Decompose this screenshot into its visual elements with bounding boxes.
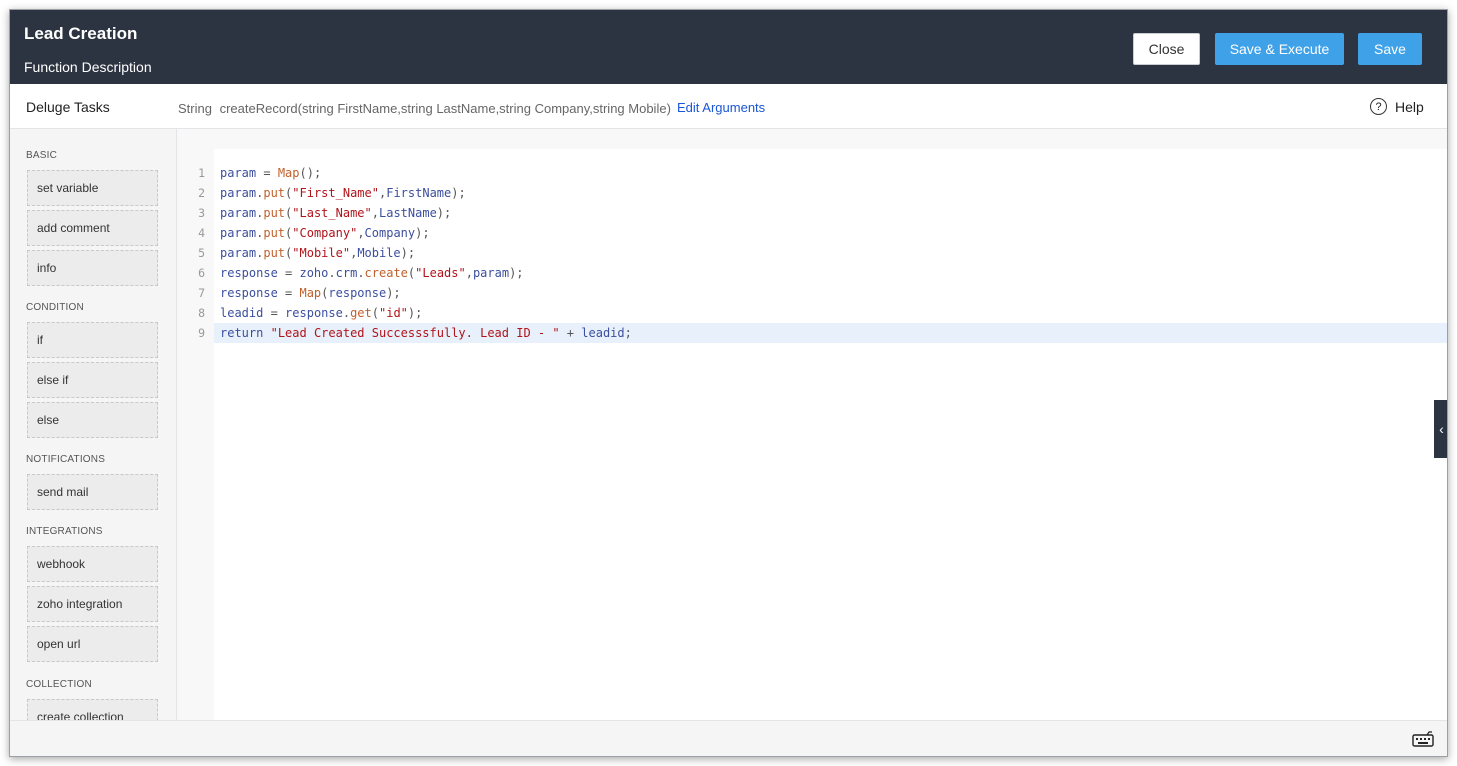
function-signature: String createRecord(string FirstName,str…: [178, 101, 671, 116]
line-number: 9: [198, 326, 205, 340]
code-line-text[interactable]: return "Lead Created Successsfully. Lead…: [214, 323, 1447, 343]
line-number: 3: [198, 206, 205, 220]
help-link[interactable]: ? Help: [1370, 98, 1424, 115]
code-line-text[interactable]: response = zoho.crm.create("Leads",param…: [214, 263, 1447, 283]
group-title-notifications: NOTIFICATIONS: [26, 454, 106, 465]
chevron-left-icon: ‹: [1439, 421, 1444, 437]
edit-arguments-link[interactable]: Edit Arguments: [677, 100, 765, 115]
editor-footer: [10, 720, 1447, 756]
save-and-execute-button[interactable]: Save & Execute: [1215, 33, 1344, 65]
group-title-collection: COLLECTION: [26, 679, 92, 690]
close-button[interactable]: Close: [1133, 33, 1200, 65]
code-line[interactable]: 4 param.put("Company",Company);: [177, 223, 1447, 243]
line-number: 8: [198, 306, 205, 320]
help-label: Help: [1395, 98, 1424, 115]
task-send-mail[interactable]: send mail: [27, 474, 158, 510]
code-line[interactable]: 2 param.put("First_Name",FirstName);: [177, 183, 1447, 203]
task-open-url[interactable]: open url: [27, 626, 158, 662]
line-number: 2: [198, 186, 205, 200]
task-webhook[interactable]: webhook: [27, 546, 158, 582]
group-title-integrations: INTEGRATIONS: [26, 526, 103, 537]
code-line-text[interactable]: param.put("Mobile",Mobile);: [214, 243, 1447, 263]
task-else-if[interactable]: else if: [27, 362, 158, 398]
signature-text: createRecord(string FirstName,string Las…: [219, 101, 671, 116]
line-number: 5: [198, 246, 205, 260]
task-zoho-integration[interactable]: zoho integration: [27, 586, 158, 622]
code-editor[interactable]: 1 param = Map(); 2 param.put("First_Name",F…: [177, 129, 1447, 720]
task-create-collection[interactable]: create collection: [27, 699, 158, 720]
group-title-condition: CONDITION: [26, 302, 84, 313]
return-type: String: [178, 101, 212, 116]
task-add-comment[interactable]: add comment: [27, 210, 158, 246]
question-circle-icon: ?: [1370, 98, 1387, 115]
group-title-basic: BASIC: [26, 150, 58, 161]
code-line[interactable]: 8 leadid = response.get("id");: [177, 303, 1447, 323]
code-line-text[interactable]: param.put("Last_Name",LastName);: [214, 203, 1447, 223]
code-line-text[interactable]: response = Map(response);: [214, 283, 1447, 303]
function-title: Lead Creation: [24, 24, 138, 43]
line-number: 7: [198, 286, 205, 300]
code-line[interactable]: 7 response = Map(response);: [177, 283, 1447, 303]
keyboard-icon[interactable]: [1412, 731, 1434, 747]
code-line-text[interactable]: param.put("First_Name",FirstName);: [214, 183, 1447, 203]
code-line[interactable]: 5 param.put("Mobile",Mobile);: [177, 243, 1447, 263]
deluge-tasks-heading: Deluge Tasks: [26, 99, 110, 115]
collapse-panel-tab[interactable]: ‹: [1434, 400, 1447, 458]
line-number: 1: [198, 166, 205, 180]
task-else[interactable]: else: [27, 402, 158, 438]
code-line[interactable]: 1 param = Map();: [177, 163, 1447, 183]
task-set-variable[interactable]: set variable: [27, 170, 158, 206]
code-line-text[interactable]: param = Map();: [214, 163, 1447, 183]
line-number: 4: [198, 226, 205, 240]
code-line[interactable]: 3 param.put("Last_Name",LastName);: [177, 203, 1447, 223]
task-info[interactable]: info: [27, 250, 158, 286]
function-description[interactable]: Function Description: [24, 59, 152, 75]
code-line-text[interactable]: leadid = response.get("id");: [214, 303, 1447, 323]
code-line[interactable]: 9 return "Lead Created Successsfully. Lea…: [177, 323, 1447, 343]
deluge-tasks-sidebar: BASIC set variable add comment info COND…: [10, 129, 177, 720]
code-line[interactable]: 6 response = zoho.crm.create("Leads",para…: [177, 263, 1447, 283]
code-line-text[interactable]: param.put("Company",Company);: [214, 223, 1447, 243]
line-number: 6: [198, 266, 205, 280]
header-bar: Lead Creation Function Description Close…: [10, 10, 1447, 84]
signature-bar: Deluge Tasks String createRecord(string …: [10, 84, 1447, 129]
save-button[interactable]: Save: [1358, 33, 1422, 65]
function-editor-window: Lead Creation Function Description Close…: [9, 9, 1448, 757]
task-if[interactable]: if: [27, 322, 158, 358]
